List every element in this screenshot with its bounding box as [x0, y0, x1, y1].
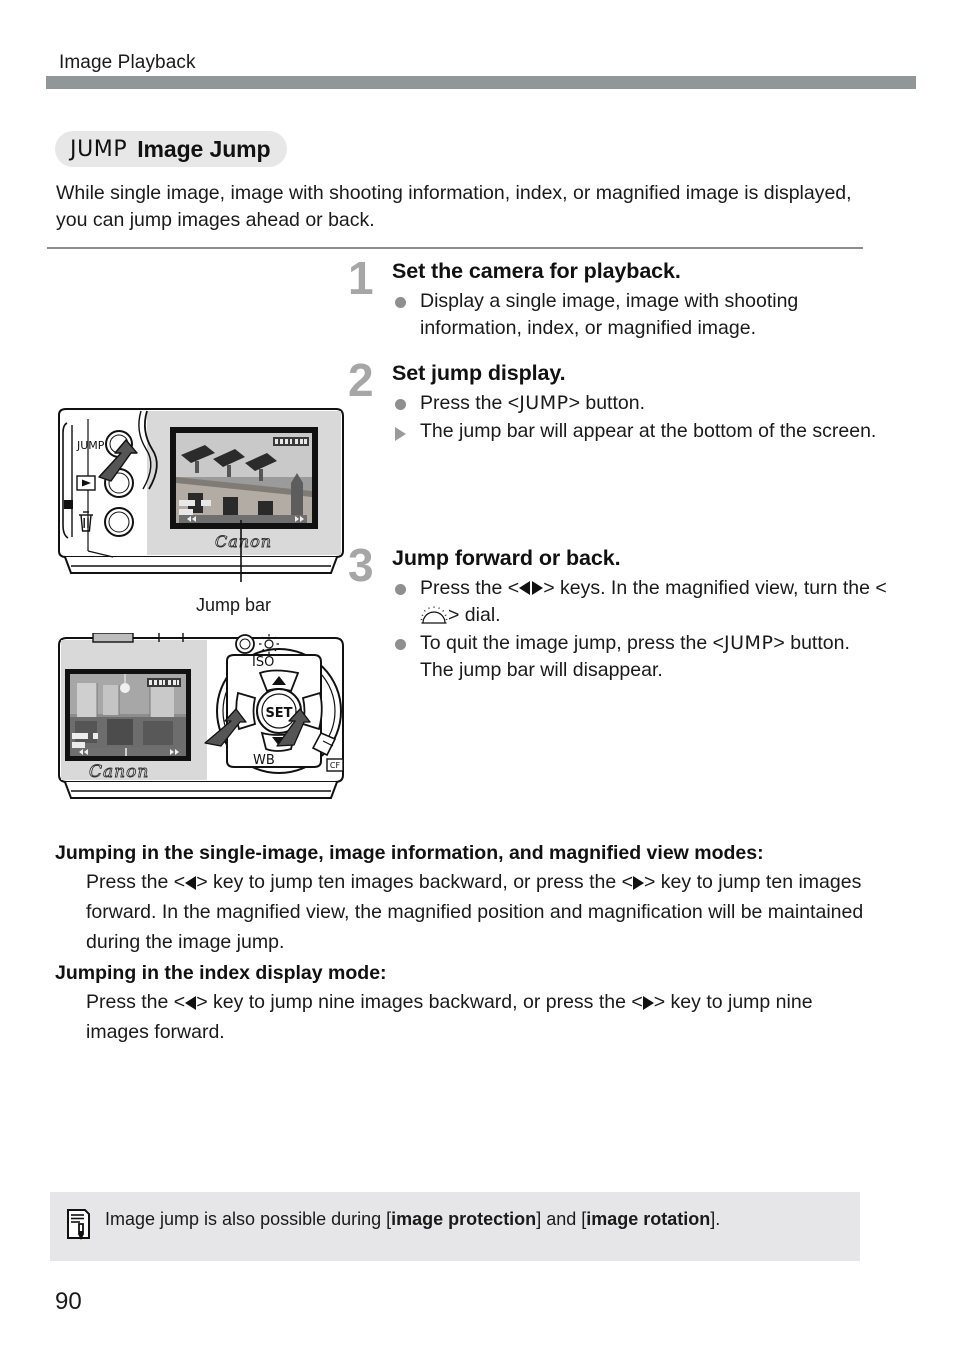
left-key-icon — [185, 876, 197, 890]
left-key-icon — [185, 996, 197, 1010]
prose-text: > key to jump ten images backward, or pr… — [196, 871, 633, 893]
step-number: 3 — [348, 539, 374, 591]
bullet-dot-icon — [395, 399, 406, 410]
running-head: Image Playback — [59, 52, 196, 73]
section-badge: JUMP Image Jump — [55, 131, 288, 167]
prose-text: > key to jump nine images backward, or p… — [196, 991, 643, 1013]
note-bold-a: image protection — [391, 1209, 537, 1229]
note-text-b: ] and [ — [536, 1209, 587, 1229]
step-line: Press the <JUMP> button. — [392, 390, 888, 417]
prose-heading-2: Jumping in the index display mode: — [55, 962, 387, 984]
bullet-dot-icon — [395, 297, 406, 308]
prose-paragraph-1: Press the < > key to jump ten images back… — [55, 867, 865, 957]
step-line-text-post: > button. — [568, 392, 646, 414]
step-line: The jump bar will appear at the bottom o… — [392, 418, 888, 445]
step-line-text: Display a single image, image with shoot… — [420, 290, 799, 339]
step-title: Set the camera for playback. — [392, 259, 681, 283]
section-title: Image Jump — [137, 135, 271, 162]
jump-bar-leader-line — [240, 520, 242, 582]
bullet-dot-icon — [395, 639, 406, 650]
right-key-icon — [633, 876, 644, 890]
figure-camera-jump-button: JUMP Canon — [55, 405, 347, 580]
step-line-text-post: > dial. — [448, 604, 501, 626]
step-title: Jump forward or back. — [392, 546, 621, 570]
steps-list: 1 Set the camera for playback. Display a… — [348, 252, 888, 690]
note-box: Image jump is also possible during [imag… — [50, 1192, 860, 1261]
svg-text:WB: WB — [253, 753, 275, 768]
step-line-text-pre: Press the < — [420, 577, 520, 599]
step-line: Press the < > keys. In the magnified view… — [392, 575, 888, 629]
jump-button-icon: JUMP — [519, 392, 569, 414]
note-pencil-icon — [66, 1208, 92, 1245]
prose-text: Press the < — [86, 871, 186, 893]
page-number: 90 — [55, 1288, 82, 1315]
left-right-keys-icon — [519, 580, 544, 596]
intro-divider — [47, 247, 863, 249]
svg-text:SET: SET — [265, 706, 292, 721]
svg-text:ISO: ISO — [252, 655, 274, 670]
prose-block: Jumping in the single-image, image infor… — [55, 840, 865, 1050]
svg-text:CF: CF — [330, 761, 341, 770]
step-title: Set jump display. — [392, 361, 566, 385]
figure-camera-arrow-keys: Canon SET ISO WB CF — [55, 633, 347, 805]
manual-page: Image Playback JUMP Image Jump While sin… — [0, 0, 954, 1345]
note-text-c: ]. — [710, 1209, 721, 1229]
result-arrow-icon — [395, 427, 406, 441]
step-line: Display a single image, image with shoot… — [392, 288, 888, 342]
note-bold-b: image rotation — [586, 1209, 711, 1229]
step-line-text-pre: To quit the image jump, press the < — [420, 632, 725, 654]
prose-text: Press the < — [86, 991, 186, 1013]
step-1: 1 Set the camera for playback. Display a… — [348, 252, 888, 342]
step-2: 2 Set jump display. Press the <JUMP> but… — [348, 354, 888, 445]
svg-text:Canon: Canon — [89, 762, 149, 782]
svg-text:JUMP: JUMP — [76, 439, 105, 452]
note-text: Image jump is also possible during [imag… — [105, 1206, 720, 1245]
note-text-a: Image jump is also possible during [ — [105, 1209, 392, 1229]
step-line-text-mid: > keys. In the magnified view, turn the … — [543, 577, 887, 599]
right-key-icon — [642, 996, 654, 1010]
section-intro: While single image, image with shooting … — [56, 182, 852, 231]
jump-icon: JUMP — [70, 136, 128, 162]
step-line-text-pre: Press the < — [420, 392, 520, 414]
step-number: 1 — [348, 252, 374, 304]
step-line-text: The jump bar will appear at the bottom o… — [420, 420, 877, 442]
bullet-dot-icon — [395, 584, 406, 595]
step-3: 3 Jump forward or back. Press the < > key… — [348, 539, 888, 684]
prose-paragraph-2: Press the < > key to jump nine images bac… — [55, 987, 865, 1047]
step-number: 2 — [348, 354, 374, 406]
main-dial-icon — [420, 606, 448, 625]
header-bar — [46, 76, 916, 89]
prose-heading-1: Jumping in the single-image, image infor… — [55, 842, 764, 864]
jump-button-icon: JUMP — [724, 632, 774, 654]
step-line: To quit the image jump, press the <JUMP>… — [392, 630, 888, 684]
figure1-caption: Jump bar — [196, 595, 272, 615]
